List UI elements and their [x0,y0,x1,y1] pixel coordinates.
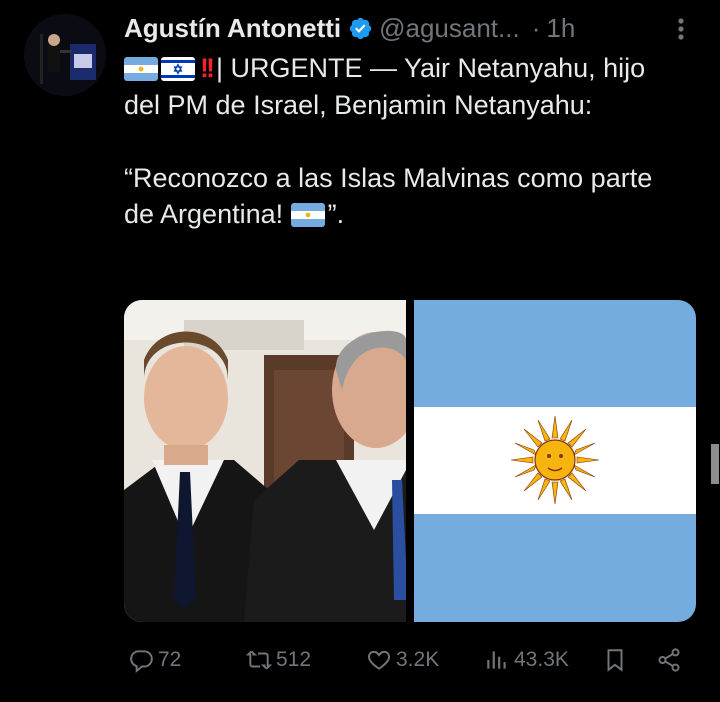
verified-badge-icon [348,16,373,41]
israel-flag-icon [161,57,195,81]
tweet-text: !! | URGENTE — Yair Netanyahu, hijo del P… [124,50,684,233]
author-name[interactable]: Agustín Antonetti [124,13,341,44]
share-button[interactable] [652,640,682,680]
bookmark-icon [602,647,628,673]
repost-icon [246,647,272,673]
like-icon [366,647,392,673]
views-button[interactable]: 43.3K [480,640,569,680]
views-icon [484,647,510,673]
argentina-flag-image[interactable] [414,300,696,622]
tweet-header: Agustín Antonetti @agusant... · 1h [124,8,694,48]
reply-icon [128,647,154,673]
views-count: 43.3K [514,648,569,671]
bookmark-button[interactable] [598,640,628,680]
action-bar: 72 512 3.2K 43.3K [124,640,694,680]
share-icon [656,647,682,673]
separator-dot: · [531,12,541,43]
like-button[interactable]: 3.2K [362,640,439,680]
reply-button[interactable]: 72 [124,640,181,680]
argentina-flag-icon [290,203,325,227]
reply-count: 72 [158,648,182,671]
avatar[interactable] [24,14,106,96]
scrollbar[interactable] [711,444,719,484]
media-grid [124,300,696,622]
quote-end: ”. [327,199,345,229]
author-handle[interactable]: @agusant... [379,13,520,44]
repost-button[interactable]: 512 [242,640,311,680]
timestamp[interactable]: 1h [546,13,575,44]
argentina-flag-icon [124,57,158,81]
more-icon[interactable] [670,14,692,44]
like-count: 3.2K [396,648,440,671]
media-divider [406,300,414,622]
double-exclamation-icon: !! [200,53,215,83]
photo-netanyahu[interactable] [124,300,406,622]
quote-text: “Reconozco a las Islas Malvinas como par… [124,162,653,230]
repost-count: 512 [276,648,312,671]
